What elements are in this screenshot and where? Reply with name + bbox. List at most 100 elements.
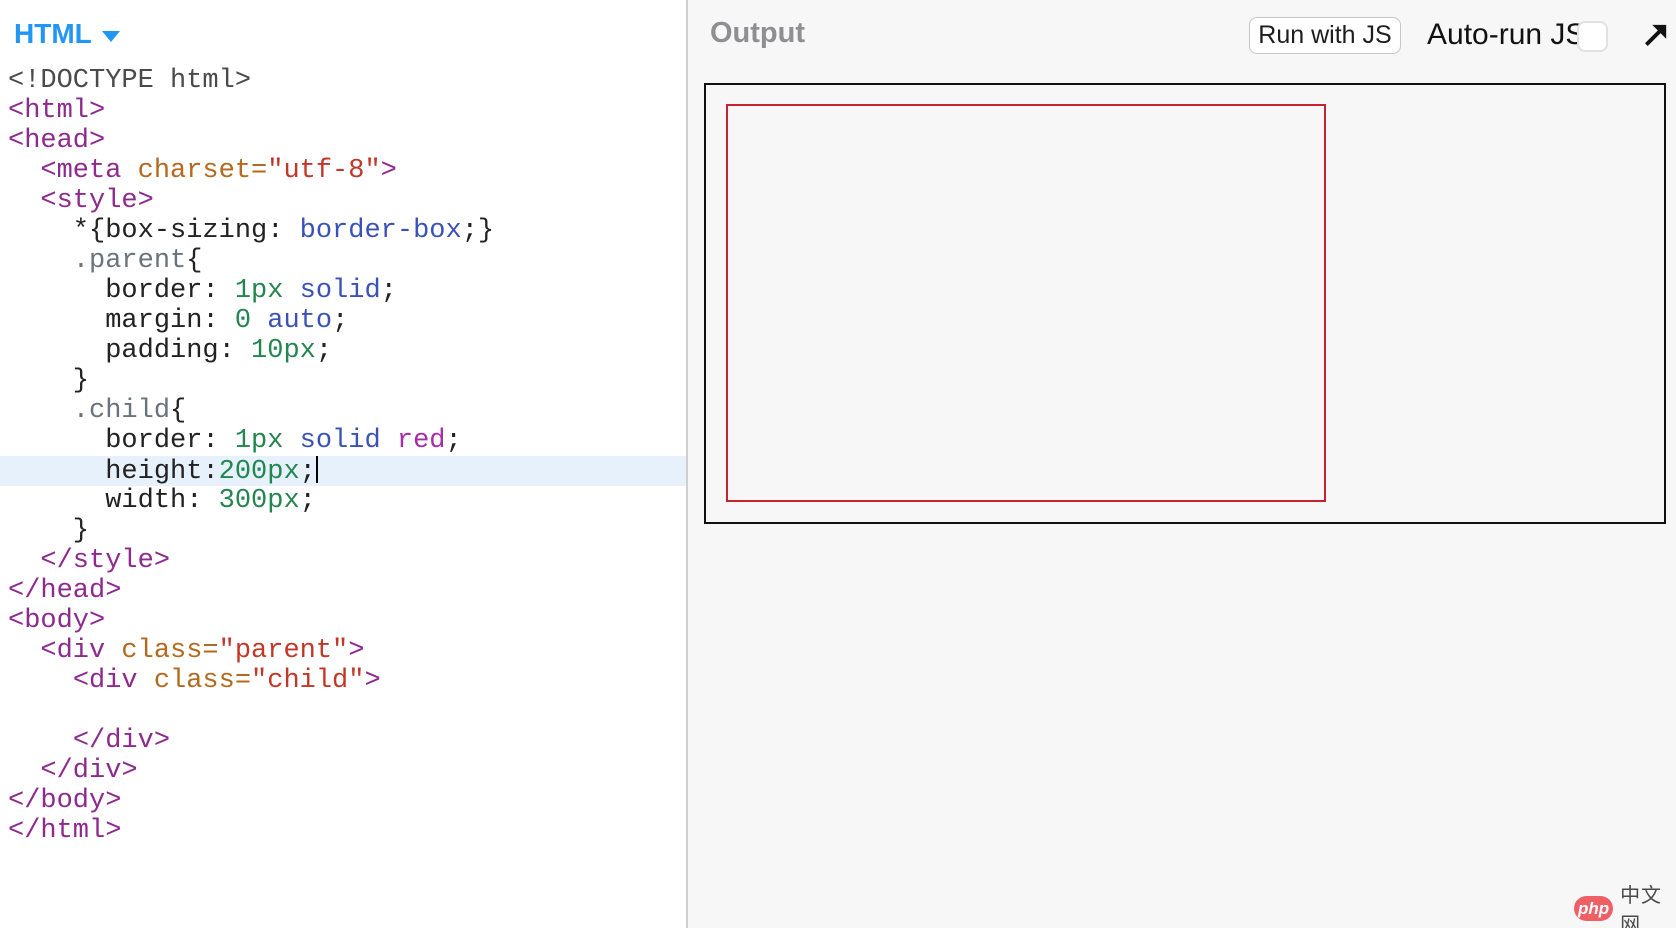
code-token: width <box>105 486 187 516</box>
code-token: charset= <box>137 156 268 186</box>
code-token: : <box>202 276 235 306</box>
code-token: { <box>170 396 187 426</box>
code-line[interactable]: .child{ <box>0 396 686 426</box>
code-line[interactable]: .parent{ <box>0 246 686 276</box>
code-line[interactable]: </body> <box>0 786 686 816</box>
code-token: ;} <box>461 216 495 246</box>
code-line[interactable]: </html> <box>0 816 686 846</box>
watermark-site-label: 中文网 <box>1620 885 1663 928</box>
code-line[interactable]: } <box>0 516 686 546</box>
code-line[interactable]: border: 1px solid red; <box>0 426 686 456</box>
code-token: margin <box>105 306 203 336</box>
code-token: 200px <box>218 457 300 487</box>
code-line[interactable]: height:200px; <box>0 456 686 487</box>
code-line[interactable]: </style> <box>0 546 686 576</box>
code-line[interactable]: </div> <box>0 726 686 756</box>
code-line[interactable]: <div class="parent"> <box>0 636 686 666</box>
code-line[interactable]: <head> <box>0 126 686 156</box>
code-line[interactable]: border: 1px solid; <box>0 276 686 306</box>
code-token: ; <box>299 486 316 516</box>
code-token: : <box>202 306 235 336</box>
code-line[interactable]: </head> <box>0 576 686 606</box>
code-line[interactable]: margin: 0 auto; <box>0 306 686 336</box>
code-token: auto <box>267 306 333 336</box>
code-token: <style> <box>40 186 154 216</box>
code-token: solid <box>299 426 381 456</box>
php-cn-watermark: php 中文网 <box>1574 879 1676 928</box>
code-token: .child <box>72 396 171 426</box>
code-token: </div> <box>40 756 138 786</box>
code-line[interactable] <box>0 696 686 726</box>
language-dropdown[interactable]: HTML <box>14 18 120 50</box>
code-line[interactable]: <!DOCTYPE html> <box>0 66 686 96</box>
code-editor[interactable]: <!DOCTYPE html> <html> <head> <meta charse… <box>0 66 686 846</box>
code-token: border-box <box>299 216 462 246</box>
code-token: : <box>267 216 300 246</box>
code-line[interactable]: <html> <box>0 96 686 126</box>
code-playground: HTML <!DOCTYPE html> <html> <head> <meta c… <box>0 0 1676 928</box>
code-line[interactable]: *{box-sizing: border-box;} <box>0 216 686 246</box>
code-line[interactable]: } <box>0 366 686 396</box>
code-token: *{ <box>8 216 106 246</box>
language-dropdown-label: HTML <box>14 18 92 49</box>
code-token: "utf-8" <box>267 156 381 186</box>
code-token: <html> <box>8 96 106 126</box>
code-token: <!DOCTYPE html> <box>8 66 252 96</box>
code-token: ; <box>332 306 349 336</box>
preview-child-box <box>726 104 1326 502</box>
code-token: .parent <box>72 246 187 276</box>
code-line[interactable]: <div class="child"> <box>0 666 686 696</box>
code-token: red <box>396 426 446 456</box>
code-token: } <box>8 366 90 396</box>
code-token: : <box>202 457 219 487</box>
code-token: } <box>8 516 90 546</box>
code-token: padding <box>105 336 219 366</box>
code-token: : <box>186 486 219 516</box>
code-line[interactable]: </div> <box>0 756 686 786</box>
code-line[interactable]: <meta charset="utf-8"> <box>0 156 686 186</box>
code-token: <meta <box>40 156 122 186</box>
code-token: </body> <box>8 786 122 816</box>
code-token: ; <box>299 457 316 487</box>
code-token: 0 <box>234 306 252 336</box>
code-line[interactable]: <body> <box>0 606 686 636</box>
code-token: </html> <box>8 816 122 846</box>
code-token: : <box>218 336 252 366</box>
code-token: > <box>380 156 397 186</box>
preview-parent-box <box>704 83 1666 524</box>
code-line[interactable]: width: 300px; <box>0 486 686 516</box>
code-token: </style> <box>40 546 171 576</box>
code-token: 300px <box>218 486 300 516</box>
code-token: box-sizing <box>105 216 268 246</box>
code-line[interactable]: padding: 10px; <box>0 336 686 366</box>
chevron-down-icon <box>101 30 120 42</box>
code-token: border <box>105 426 203 456</box>
code-token: "parent" <box>218 636 349 666</box>
code-line[interactable]: <style> <box>0 186 686 216</box>
code-token: > <box>348 636 365 666</box>
code-token: class= <box>153 666 252 696</box>
code-token: </head> <box>8 576 122 606</box>
code-token: <head> <box>8 126 106 156</box>
code-token: ; <box>445 426 462 456</box>
code-token: 1px <box>234 276 284 306</box>
code-token: height <box>105 457 203 487</box>
code-token: ; <box>315 336 333 366</box>
